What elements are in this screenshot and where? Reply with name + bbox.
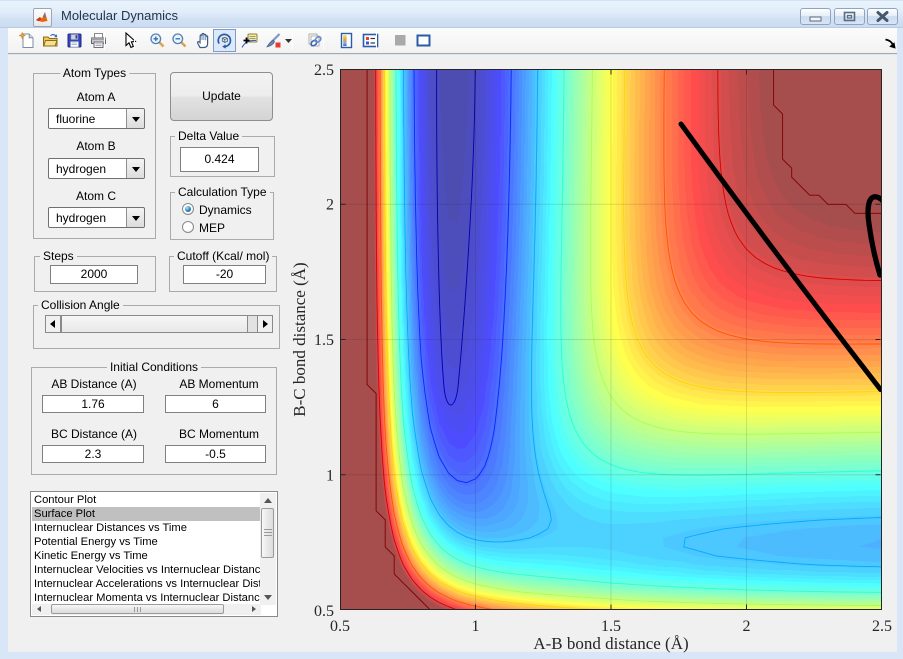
svg-text:2: 2 bbox=[326, 197, 334, 214]
svg-text:B-C bond distance (Å): B-C bond distance (Å) bbox=[290, 262, 309, 416]
svg-text:2.5: 2.5 bbox=[314, 62, 334, 79]
svg-text:1.5: 1.5 bbox=[314, 332, 334, 349]
svg-text:0.5: 0.5 bbox=[314, 603, 334, 620]
svg-text:1: 1 bbox=[472, 618, 480, 635]
svg-text:1: 1 bbox=[326, 468, 334, 485]
svg-text:2.5: 2.5 bbox=[872, 618, 892, 635]
svg-text:A-B bond distance (Å): A-B bond distance (Å) bbox=[533, 634, 688, 653]
svg-text:2: 2 bbox=[743, 618, 751, 635]
svg-text:1.5: 1.5 bbox=[601, 618, 621, 635]
svg-text:0.5: 0.5 bbox=[330, 618, 350, 635]
